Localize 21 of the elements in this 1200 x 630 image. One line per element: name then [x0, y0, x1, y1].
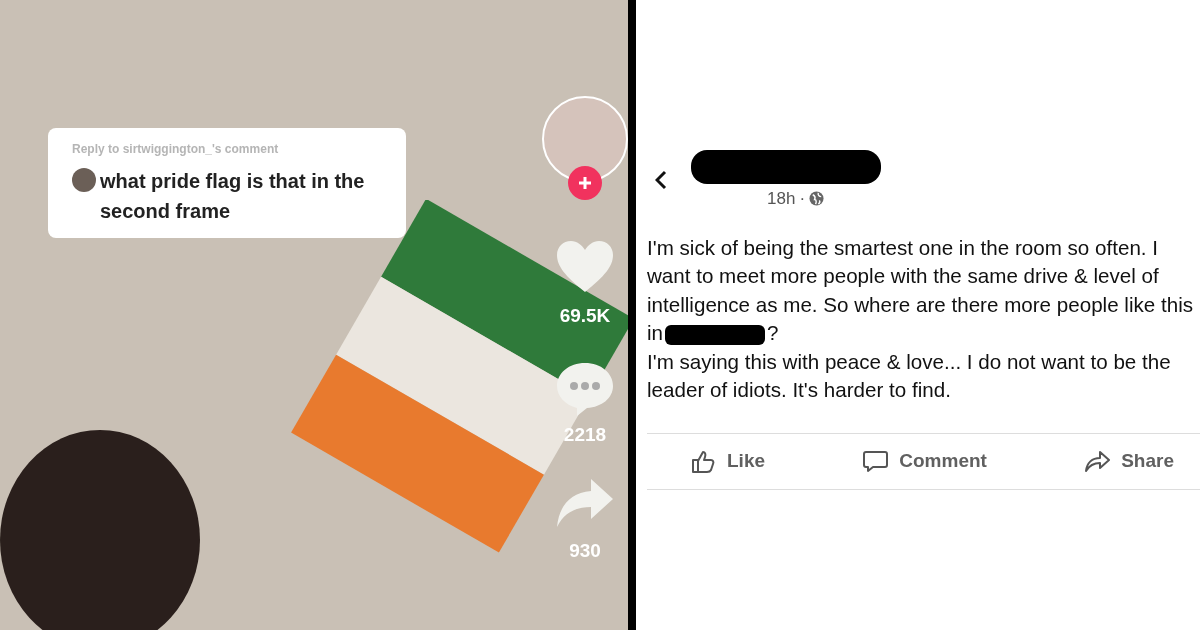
post-text: I'm sick of being the smartest one in the room so often. I want to meet more people with the same drive & level of intelligence as me. So where are there more people like this in ? [647, 234, 1195, 347]
separator-dot: · [799, 188, 806, 210]
post-time: 18h [767, 188, 796, 210]
plus-icon [578, 176, 592, 190]
globe-icon [809, 191, 825, 207]
comment-icon[interactable] [555, 360, 615, 417]
speech-bubble-icon [863, 448, 890, 474]
like-count: 69.5K [559, 304, 611, 328]
comment-count: 2218 [563, 422, 607, 447]
back-icon[interactable] [655, 170, 667, 190]
reply-label: Reply to sirtwiggington_'s comment [72, 141, 279, 158]
thumbs-up-icon [691, 448, 717, 474]
heart-icon[interactable] [555, 240, 615, 294]
comment-text: what pride flag is that in the second frame [100, 169, 366, 224]
share-arrow-icon [1085, 448, 1112, 474]
like-button[interactable]: Like [691, 446, 766, 476]
share-count: 930 [569, 539, 601, 563]
comment-button[interactable]: Comment [863, 446, 987, 476]
avatar [72, 168, 96, 192]
post-text: I'm saying this with peace & love... I do not want to be the leader of idiots. It's harder to find. [647, 348, 1172, 403]
share-button[interactable]: Share [1085, 446, 1174, 476]
